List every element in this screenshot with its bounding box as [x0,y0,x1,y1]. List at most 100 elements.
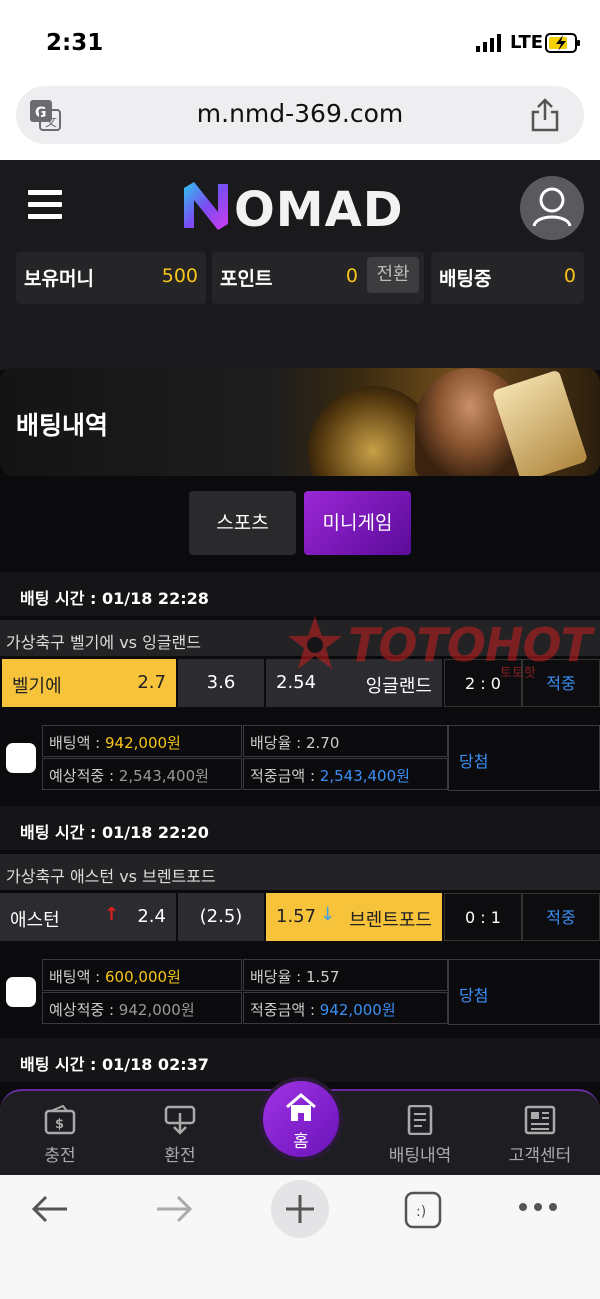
more-menu-icon[interactable] [518,1201,558,1213]
share-icon[interactable] [530,98,560,132]
tab-sports[interactable]: 스포츠 [189,491,296,555]
payout-value: 2,543,400원 [319,767,410,785]
balance-panel: 보유머니 500 포인트 0 전환 배팅중 0 [16,252,584,304]
bet-amount-value: 600,000원 [105,968,181,986]
handicap-cell: (2.5) [178,893,264,941]
bet-checkbox[interactable] [6,977,36,1007]
balance-betting: 배팅중 0 [431,252,584,304]
address-bar[interactable]: G 文 m.nmd-369.com [16,86,584,144]
nav-deposit[interactable]: $ 충전 [20,1105,100,1166]
battery-charging-icon [545,33,580,53]
match-title: 가상축구 애스턴 vs 브렌트포드 [0,854,600,890]
expected-win-value: 942,000원 [118,1001,195,1019]
odds-rate: 배당율 : 2.70 [243,725,448,757]
watermark: TOTOHOT 토토핫 [282,612,592,681]
bet-time: 배팅 시간 : 01/18 22:20 [0,806,600,850]
expected-win: 예상적중 : 942,000원 [42,992,242,1024]
nav-withdraw-label: 환전 [164,1146,196,1166]
money-value: 500 [161,265,198,287]
watermark-star-icon [288,616,342,669]
expected-win-label: 예상적중 : [49,767,119,785]
nav-bet-history[interactable]: 배팅내역 [380,1105,460,1166]
betting-label: 배팅중 [439,268,492,290]
home-team: 애스턴 [10,910,60,931]
back-arrow-icon[interactable] [30,1193,70,1225]
bet-detail: 배팅액 : 942,000원 배당율 : 2.70 예상적중 : 2,543,4… [0,725,600,791]
balance-points: 포인트 0 전환 [212,252,424,304]
browser-toolbar: :) [0,1175,600,1299]
bet-amount: 배팅액 : 600,000원 [42,959,242,991]
payout-label: 적중금액 : [250,1001,320,1019]
payout-label: 적중금액 : [250,767,320,785]
bet-time: 배팅 시간 : 01/18 22:28 [0,572,600,616]
convert-points-button[interactable]: 전환 [367,257,419,293]
money-label: 보유머니 [24,268,94,290]
away-team: 잉글랜드 [365,676,432,697]
handicap-value: (2.5) [199,906,243,927]
nav-home-button[interactable]: 홈 [259,1077,343,1161]
newspaper-icon [524,1105,556,1135]
away-odds: 2.54 [276,672,317,693]
odds-rate-label: 배당율 : [250,734,306,752]
wallet-icon: $ [44,1105,76,1135]
tab-minigame[interactable]: 미니게임 [304,491,411,555]
odds-row: 애스턴 ↑ 2.4 (2.5) 1.57 ↓ 브렌트포드 0 : 1 적중 [0,893,600,941]
odds-rate: 배당율 : 1.57 [243,959,448,991]
svg-text:$: $ [55,1117,64,1132]
payout-amount: 적중금액 : 942,000원 [243,992,448,1024]
odds-rate-value: 1.57 [306,968,340,986]
bet-amount: 배팅액 : 942,000원 [42,725,242,757]
forward-arrow-icon[interactable] [154,1193,194,1225]
nav-bet-history-label: 배팅내역 [388,1146,452,1166]
nav-customer-center[interactable]: 고객센터 [500,1105,580,1166]
bet-time: 배팅 시간 : 01/18 02:37 [0,1038,600,1082]
status-time: 2:31 [46,30,104,56]
svg-text::): :) [416,1204,426,1220]
odds-rate-value: 2.70 [306,734,340,752]
away-odds-cell: 1.57 ↓ 브렌트포드 [266,893,442,941]
home-odds: 2.4 [137,906,166,927]
home-odds: 2.7 [137,672,166,693]
home-team: 벨기에 [12,676,62,697]
bet-amount-label: 배팅액 : [49,968,105,986]
bet-amount-label: 배팅액 : [49,734,105,752]
network-label: LTE [510,32,544,53]
bet-result: 적중 [522,893,600,941]
status-bar: 2:31 LTE [0,0,600,84]
payout-amount: 적중금액 : 2,543,400원 [243,758,448,790]
expected-win: 예상적중 : 2,543,400원 [42,758,242,790]
expected-win-value: 2,543,400원 [118,767,209,785]
page-content: OMAD 보유머니 500 포인트 0 전환 배팅중 0 배팅내역 스포츠 미니… [0,160,600,1175]
url-text[interactable]: m.nmd-369.com [16,99,584,128]
nav-withdraw[interactable]: 환전 [140,1105,220,1166]
home-icon [286,1093,316,1121]
nomad-logo[interactable]: OMAD [180,178,425,234]
svg-text:OMAD: OMAD [234,182,404,234]
home-odds-cell: 벨기에 2.7 [2,659,176,707]
draw-odds: 3.6 [206,672,236,693]
away-odds: 1.57 [276,906,317,927]
watermark-subtext: 토토핫 [500,666,536,681]
arrow-down-icon: ↓ [320,904,336,925]
draw-odds-cell: 3.6 [178,659,264,707]
nav-home-label: 홈 [293,1132,309,1152]
arrow-up-icon: ↑ [104,904,120,925]
tabs-icon[interactable]: :) [404,1191,442,1229]
watermark-text: TOTOHOT [348,618,592,672]
menu-icon[interactable] [28,190,62,220]
bet-detail: 배팅액 : 600,000원 배당율 : 1.57 예상적중 : 942,000… [0,959,600,1025]
nav-deposit-label: 충전 [44,1146,76,1166]
bet-amount-value: 942,000원 [105,734,181,752]
balance-money: 보유머니 500 [16,252,206,304]
site-header: OMAD 보유머니 500 포인트 0 전환 배팅중 0 [0,160,600,370]
expected-win-label: 예상적중 : [49,1001,119,1019]
points-value: 0 [345,265,358,287]
user-avatar-icon[interactable] [520,176,584,240]
page-title: 배팅내역 [16,411,109,440]
points-label: 포인트 [220,268,273,290]
bet-checkbox[interactable] [6,743,36,773]
signal-icon [476,34,501,52]
exchange-icon [164,1105,196,1135]
new-tab-icon[interactable] [270,1179,330,1239]
win-status: 당첨 [448,959,600,1025]
